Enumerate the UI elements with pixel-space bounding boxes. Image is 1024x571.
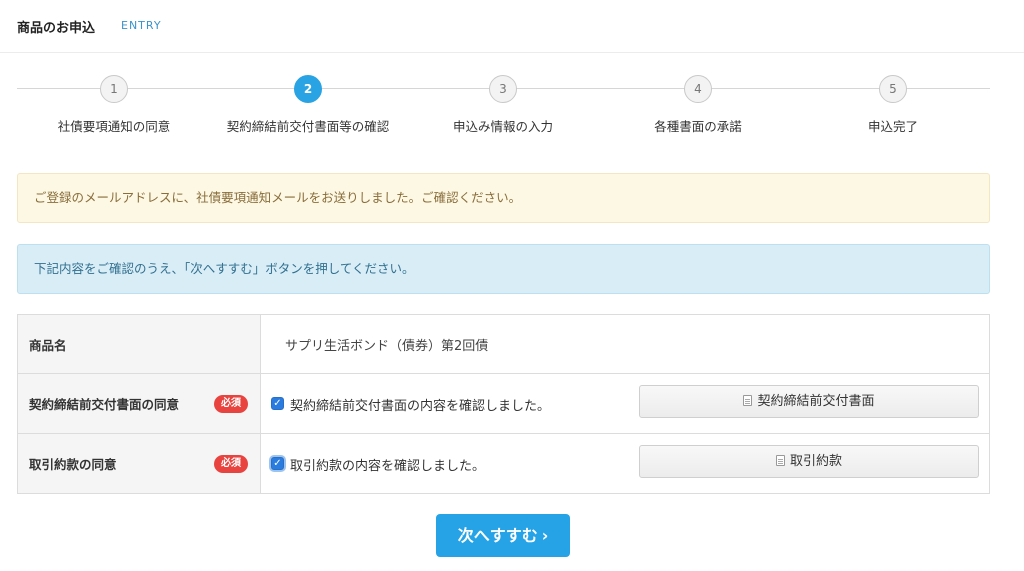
- step-number: 4: [684, 75, 712, 103]
- required-badge: 必須: [214, 454, 248, 473]
- step-label: 社債要項通知の同意: [57, 119, 171, 134]
- pre-contract-label: 契約締結前交付書面の同意: [29, 397, 180, 412]
- step-number: 3: [489, 75, 517, 103]
- progress-stepper: 1 社債要項通知の同意 2 契約締結前交付書面等の確認 3 申込み情報の入力 4…: [17, 75, 990, 135]
- document-icon: [743, 394, 753, 406]
- step-4: 4 各種書面の承諾: [598, 75, 798, 135]
- pre-contract-checkbox-label[interactable]: 契約締結前交付書面の内容を確認しました。: [290, 395, 550, 414]
- product-label: 商品名: [17, 314, 261, 374]
- pre-contract-document-label: 契約締結前交付書面: [757, 393, 875, 409]
- next-button-label: 次へすすむ: [457, 526, 538, 545]
- page-header: 商品のお申込 ENTRY: [0, 0, 1024, 53]
- pre-contract-row: 契約締結前交付書面の同意 必須 ✓ 契約締結前交付書面の内容を確認しました。 契…: [17, 373, 990, 434]
- terms-document-button[interactable]: 取引約款: [639, 444, 979, 478]
- terms-cell: ✓ 取引約款の内容を確認しました。 取引約款: [260, 433, 990, 494]
- product-cell: サプリ生活ボンド（債券）第2回債: [260, 314, 990, 374]
- step-1: 1 社債要項通知の同意: [14, 75, 214, 135]
- terms-checkbox[interactable]: ✓: [271, 456, 284, 470]
- next-button[interactable]: 次へすすむ ›: [436, 514, 570, 557]
- terms-row: 取引約款の同意 必須 ✓ 取引約款の内容を確認しました。 取引約款: [17, 433, 990, 494]
- terms-checkbox-label[interactable]: 取引約款の内容を確認しました。: [290, 455, 485, 474]
- step-number: 2: [294, 75, 322, 103]
- chevron-right-icon: ›: [541, 526, 549, 545]
- pre-contract-document-button[interactable]: 契約締結前交付書面: [639, 384, 979, 418]
- step-label: 契約締結前交付書面等の確認: [226, 119, 390, 134]
- confirmation-table: 商品名 サプリ生活ボンド（債券）第2回債 契約締結前交付書面の同意 必須 ✓ 契…: [17, 314, 990, 494]
- step-number: 1: [100, 75, 128, 103]
- terms-header: 取引約款の同意 必須: [17, 433, 261, 494]
- product-row: 商品名 サプリ生活ボンド（債券）第2回債: [17, 314, 990, 374]
- pre-contract-checkbox[interactable]: ✓: [271, 396, 284, 410]
- pre-contract-header: 契約締結前交付書面の同意 必須: [17, 373, 261, 434]
- page-title: 商品のお申込: [17, 21, 96, 36]
- document-icon: [775, 454, 785, 466]
- instruction-alert: 下記内容をご確認のうえ、「次へすすむ」ボタンを押してください。: [17, 244, 990, 294]
- email-sent-alert: ご登録のメールアドレスに、社債要項通知メールをお送りしました。ご確認ください。: [17, 173, 990, 223]
- step-label: 申込完了: [867, 119, 918, 134]
- step-5: 5 申込完了: [793, 75, 993, 135]
- step-number: 5: [879, 75, 907, 103]
- page-subtitle: ENTRY: [121, 19, 162, 32]
- step-2: 2 契約締結前交付書面等の確認: [208, 75, 408, 135]
- terms-label: 取引約款の同意: [29, 457, 117, 472]
- pre-contract-cell: ✓ 契約締結前交付書面の内容を確認しました。 契約締結前交付書面: [260, 373, 990, 434]
- step-3: 3 申込み情報の入力: [403, 75, 603, 135]
- product-name: サプリ生活ボンド（債券）第2回債: [285, 338, 489, 354]
- terms-document-label: 取引約款: [789, 453, 842, 469]
- step-label: 申込み情報の入力: [452, 119, 553, 134]
- step-label: 各種書面の承諾: [654, 119, 742, 134]
- required-badge: 必須: [214, 394, 248, 413]
